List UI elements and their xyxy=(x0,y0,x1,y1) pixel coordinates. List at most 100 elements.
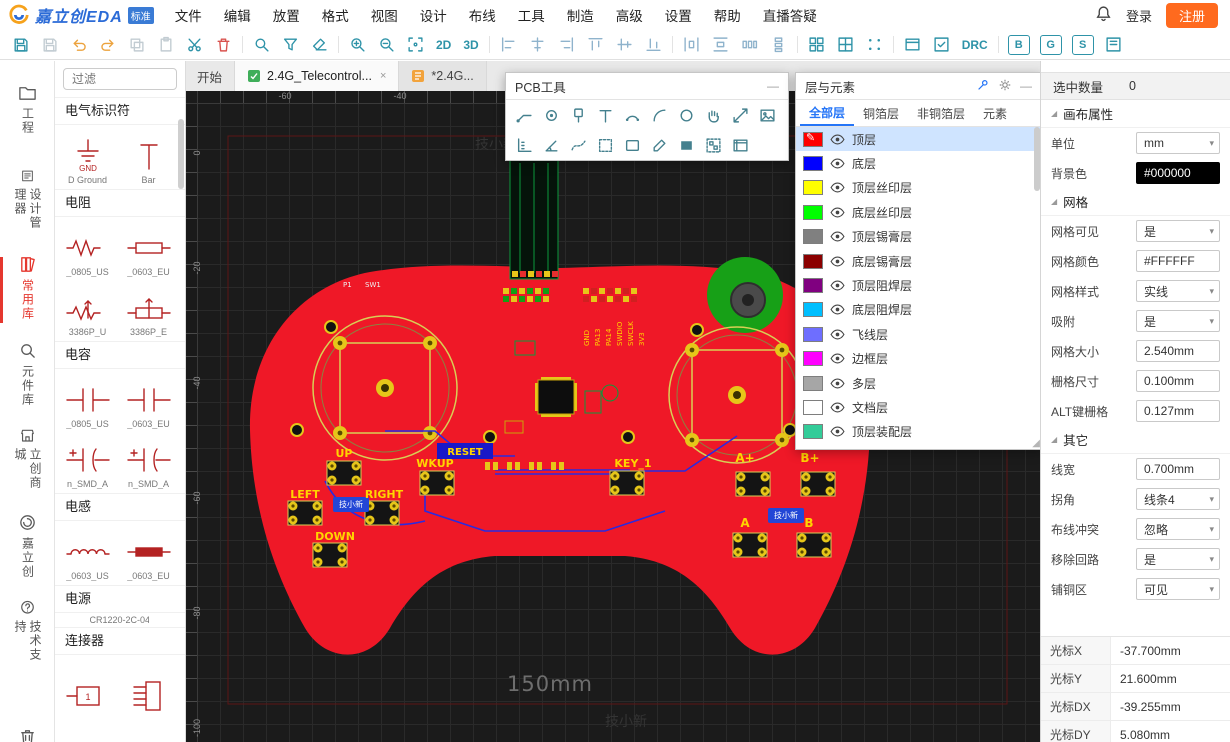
visibility-eye-icon[interactable] xyxy=(830,353,845,364)
layer-row[interactable]: 文档层 xyxy=(796,395,1041,419)
frame-tool-icon[interactable] xyxy=(727,133,754,157)
cut-icon[interactable] xyxy=(180,33,209,57)
array-icon[interactable] xyxy=(802,33,831,57)
image-tool-icon[interactable] xyxy=(754,103,781,127)
visibility-eye-icon[interactable] xyxy=(830,158,845,169)
save-as-icon[interactable] xyxy=(35,33,64,57)
sidebar-item-recycle-bin[interactable]: 回收站 xyxy=(0,723,55,742)
layer-row[interactable]: ✎ 顶层 xyxy=(796,127,1041,151)
menu-file[interactable]: 文件 xyxy=(164,5,213,25)
layer-color-swatch[interactable] xyxy=(803,205,823,220)
layer-row[interactable]: 底层 xyxy=(796,151,1041,175)
visibility-eye-icon[interactable] xyxy=(830,134,845,145)
line-width-input[interactable]: 0.700mm xyxy=(1136,458,1220,480)
pan-hand-tool-icon[interactable] xyxy=(700,103,727,127)
tab-non-copper-layers[interactable]: 非铜箔层 xyxy=(908,100,974,126)
library-item-resistor-eu[interactable]: _0603_EU xyxy=(118,219,179,279)
paste-icon[interactable] xyxy=(151,33,180,57)
arc-center-tool-icon[interactable] xyxy=(646,103,673,127)
group-title-inductors[interactable]: 电感 xyxy=(55,493,185,521)
schematic-export-icon[interactable]: S xyxy=(1072,35,1094,55)
sidebar-item-jlc[interactable]: 嘉立创 xyxy=(0,509,55,587)
sidebar-item-lcsc-mall[interactable]: 立创商城 xyxy=(0,423,55,501)
menu-route[interactable]: 布线 xyxy=(458,5,507,25)
search-icon[interactable] xyxy=(247,33,276,57)
group-tool-icon[interactable] xyxy=(700,133,727,157)
gear-icon[interactable] xyxy=(998,78,1012,95)
layer-color-swatch[interactable] xyxy=(803,302,823,317)
layer-row[interactable]: 顶层装配层 xyxy=(796,420,1041,444)
layer-row[interactable]: 底层阻焊层 xyxy=(796,298,1041,322)
group-title-electrical-symbols[interactable]: 电气标识符 xyxy=(55,97,185,125)
redo-icon[interactable] xyxy=(93,33,122,57)
tab-schematic-doc[interactable]: 2.4G_Telecontrol... × xyxy=(235,61,399,91)
distribute-v-icon[interactable] xyxy=(706,33,735,57)
library-item-capacitor-polarized[interactable]: n_SMD_A xyxy=(118,431,179,491)
layer-color-swatch[interactable] xyxy=(803,254,823,269)
dot-grid-icon[interactable] xyxy=(860,33,889,57)
copy-icon[interactable] xyxy=(122,33,151,57)
visibility-eye-icon[interactable] xyxy=(830,402,845,413)
snap-select[interactable]: 是▾ xyxy=(1136,310,1220,332)
view-3d-button[interactable]: 3D xyxy=(457,38,484,52)
align-left-icon[interactable] xyxy=(494,33,523,57)
layer-color-swatch[interactable] xyxy=(803,156,823,171)
library-item-inductor-us[interactable]: _0603_US xyxy=(57,523,118,583)
layer-row[interactable]: 边框层 xyxy=(796,347,1041,371)
ruler-tool-icon[interactable] xyxy=(511,133,538,157)
library-scrollbar[interactable] xyxy=(178,119,184,189)
menu-place[interactable]: 放置 xyxy=(262,5,311,25)
rect-tool-icon[interactable] xyxy=(619,133,646,157)
register-button[interactable]: 注册 xyxy=(1166,3,1218,28)
copper-area-tool-icon[interactable] xyxy=(592,133,619,157)
gerber-export-icon[interactable]: G xyxy=(1040,35,1062,55)
copper-area-select[interactable]: 可见▾ xyxy=(1136,578,1220,600)
menu-advanced[interactable]: 高级 xyxy=(605,5,654,25)
group-title-connectors[interactable]: 连接器 xyxy=(55,627,185,655)
align-middle-icon[interactable] xyxy=(610,33,639,57)
layer-color-swatch[interactable]: ✎ xyxy=(803,132,823,147)
menu-tools[interactable]: 工具 xyxy=(507,5,556,25)
spline-tool-icon[interactable] xyxy=(565,133,592,157)
layer-row[interactable]: 顶层丝印层 xyxy=(796,176,1041,200)
view-2d-button[interactable]: 2D xyxy=(430,38,457,52)
pcb-tools-header[interactable]: PCB工具 — xyxy=(506,73,788,100)
sidebar-item-common-library[interactable]: 常用库 xyxy=(0,251,55,329)
library-item-connector-multi[interactable] xyxy=(118,657,179,717)
layer-row[interactable]: 底层丝印层 xyxy=(796,200,1041,224)
zoom-fit-icon[interactable] xyxy=(401,33,430,57)
library-item-bar[interactable]: Bar xyxy=(118,127,179,187)
menu-live-qa[interactable]: 直播答疑 xyxy=(752,5,828,25)
sidebar-item-project[interactable]: 工程 xyxy=(0,79,55,157)
layer-color-swatch[interactable] xyxy=(803,400,823,415)
find-similar-icon[interactable] xyxy=(276,33,305,57)
undo-icon[interactable] xyxy=(64,33,93,57)
sidebar-item-design-manager[interactable]: 设计管理器 xyxy=(0,165,55,243)
align-right-icon[interactable] xyxy=(552,33,581,57)
library-filter-input[interactable] xyxy=(63,68,177,90)
sidebar-item-parts-library[interactable]: 元件库 xyxy=(0,337,55,415)
layers-panel-header[interactable]: 层与元素 — xyxy=(796,73,1041,100)
layer-row[interactable]: 顶层阻焊层 xyxy=(796,273,1041,297)
library-item-potentiometer-us[interactable]: 3386P_U xyxy=(57,279,118,339)
dimension-tool-icon[interactable] xyxy=(727,103,754,127)
group-title-power[interactable]: 电源 xyxy=(55,585,185,613)
alt-snap-input[interactable]: 0.127mm xyxy=(1136,400,1220,422)
layer-color-swatch[interactable] xyxy=(803,180,823,195)
library-item-capacitor-polarized[interactable]: n_SMD_A xyxy=(57,431,118,491)
library-item-capacitor[interactable]: _0603_EU xyxy=(118,371,179,431)
circle-tool-icon[interactable] xyxy=(673,103,700,127)
library-item-inductor-eu[interactable]: _0603_EU xyxy=(118,523,179,583)
dimension-label[interactable]: 150mm xyxy=(507,672,593,696)
arc-tool-icon[interactable] xyxy=(619,103,646,127)
grid-color-input[interactable]: #FFFFFF xyxy=(1136,250,1220,272)
group-title-capacitors[interactable]: 电容 xyxy=(55,341,185,369)
app-logo[interactable]: 嘉立创EDA 标准 xyxy=(0,3,164,27)
tab-pcb-doc[interactable]: *2.4G... xyxy=(399,61,486,91)
grid-style-select[interactable]: 实线▾ xyxy=(1136,280,1220,302)
layer-row[interactable]: 多层 xyxy=(796,371,1041,395)
solid-region-tool-icon[interactable] xyxy=(673,133,700,157)
menu-settings[interactable]: 设置 xyxy=(654,5,703,25)
visibility-eye-icon[interactable] xyxy=(830,280,845,291)
delete-icon[interactable] xyxy=(209,33,238,57)
